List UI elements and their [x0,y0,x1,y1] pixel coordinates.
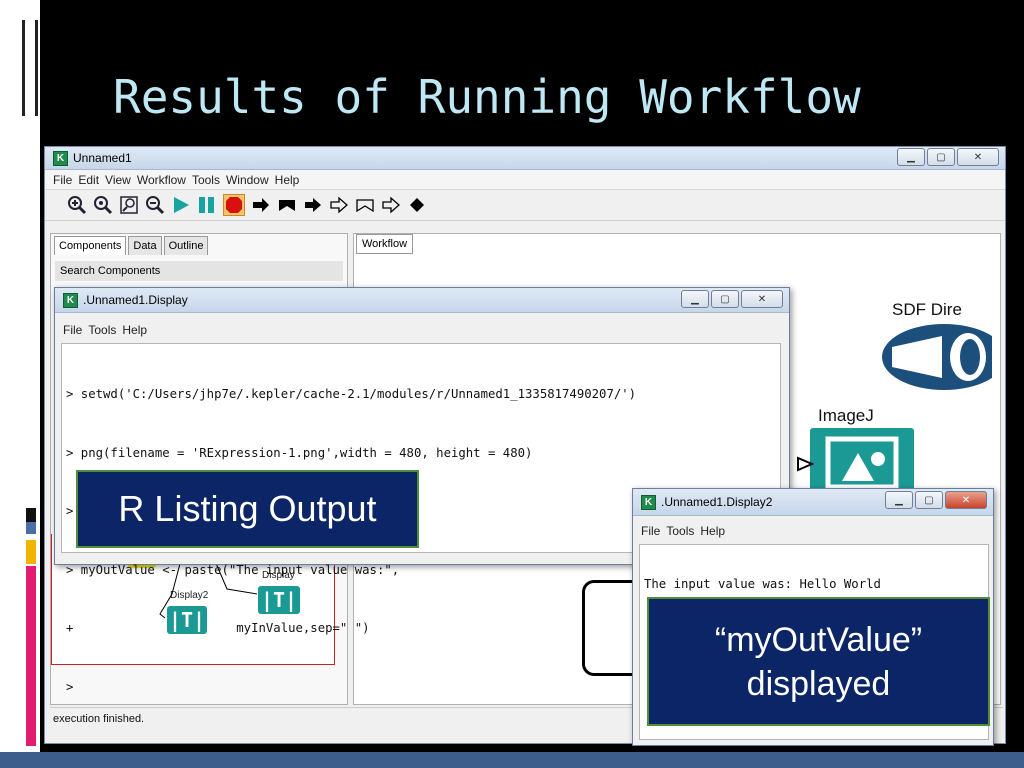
menu-help[interactable]: Help [122,323,147,337]
minimize-button[interactable]: ▁ [681,290,709,308]
menu-tools[interactable]: Tools [666,524,694,538]
tab-data[interactable]: Data [128,236,162,255]
slide-title: Results of Running Workflow [113,70,861,124]
maximize-button[interactable]: ▢ [915,491,943,509]
minimize-button[interactable]: ▁ [897,148,925,166]
arrow-outline2-icon[interactable] [381,195,401,215]
deco-bar [26,522,36,534]
myoutvalue-callout: “myOutValue” displayed [647,597,990,726]
bottom-band [0,752,1024,768]
arrow-right-icon[interactable] [251,195,271,215]
close-button[interactable]: ✕ [945,491,987,509]
display2-menubar: File Tools Help [633,521,993,540]
r-display-menubar: File Tools Help [55,320,789,339]
pause-icon[interactable] [197,195,217,215]
left-white-strip [0,0,40,768]
r-line: > png(filename = 'RExpression-1.png',wid… [66,445,533,460]
menu-tools[interactable]: Tools [192,173,220,187]
r-line: > setwd('C:/Users/jhp7e/.kepler/cache-2.… [66,387,637,401]
sdf-director-icon[interactable] [882,322,1005,397]
display2-titlebar: K .Unnamed1.Display2 ▁ ▢ ✕ [633,489,993,516]
r-display-title: .Unnamed1.Display [83,293,188,307]
display2-output-line: The input value was: Hello World [644,577,881,591]
menu-view[interactable]: View [105,173,131,187]
menu-file[interactable]: File [63,323,82,337]
tab-workflow[interactable]: Workflow [356,234,414,254]
maximize-button[interactable]: ▢ [711,290,739,308]
main-toolbar [45,190,1005,221]
maximize-button[interactable]: ▢ [927,148,955,166]
director-label: SDF Dire [892,300,962,319]
run-icon[interactable] [171,195,191,215]
arrow-bold-icon[interactable] [303,195,323,215]
main-window-title: Unnamed1 [73,151,132,165]
menu-edit[interactable]: Edit [78,173,99,187]
diamond-icon[interactable] [407,195,427,215]
deco-bar [22,20,38,116]
minimize-button[interactable]: ▁ [885,491,913,509]
menu-file[interactable]: File [641,524,660,538]
main-menubar: File Edit View Workflow Tools Window Hel… [45,170,1005,190]
tab-components[interactable]: Components [54,236,127,255]
flag-outline-icon[interactable] [355,195,375,215]
deco-bar [26,508,36,522]
close-button[interactable]: ✕ [957,148,999,166]
menu-workflow[interactable]: Workflow [137,173,186,187]
display2-title: .Unnamed1.Display2 [661,495,773,509]
r-display-titlebar: K .Unnamed1.Display ▁ ▢ ✕ [55,288,789,313]
kepler-app-icon: K [63,292,78,308]
arrow-outline-icon[interactable] [329,195,349,215]
callout-line-1: “myOutValue” [714,620,923,659]
deco-bar [26,566,36,746]
zoom-out-icon[interactable] [145,195,165,215]
zoom-reset-icon[interactable] [93,195,113,215]
r-listing-callout: R Listing Output [76,470,419,548]
menu-help[interactable]: Help [700,524,725,538]
stop-icon[interactable] [223,194,245,216]
kepler-app-icon: K [641,494,656,510]
menu-help[interactable]: Help [275,173,300,187]
close-button[interactable]: ✕ [741,290,783,308]
imagej-label: ImageJ [818,406,874,425]
deco-bar [26,540,36,564]
menu-file[interactable]: File [53,173,72,187]
main-titlebar: K Unnamed1 ▁ ▢ ✕ [45,147,1005,170]
zoom-fit-icon[interactable] [119,195,139,215]
search-components-label: Search Components [55,261,343,281]
flag-icon[interactable] [277,195,297,215]
callout-line-2: displayed [746,664,891,703]
menu-window[interactable]: Window [226,173,269,187]
kepler-app-icon: K [53,150,68,166]
tab-outline[interactable]: Outline [163,236,209,255]
menu-tools[interactable]: Tools [88,323,116,337]
zoom-in-icon[interactable] [67,195,87,215]
